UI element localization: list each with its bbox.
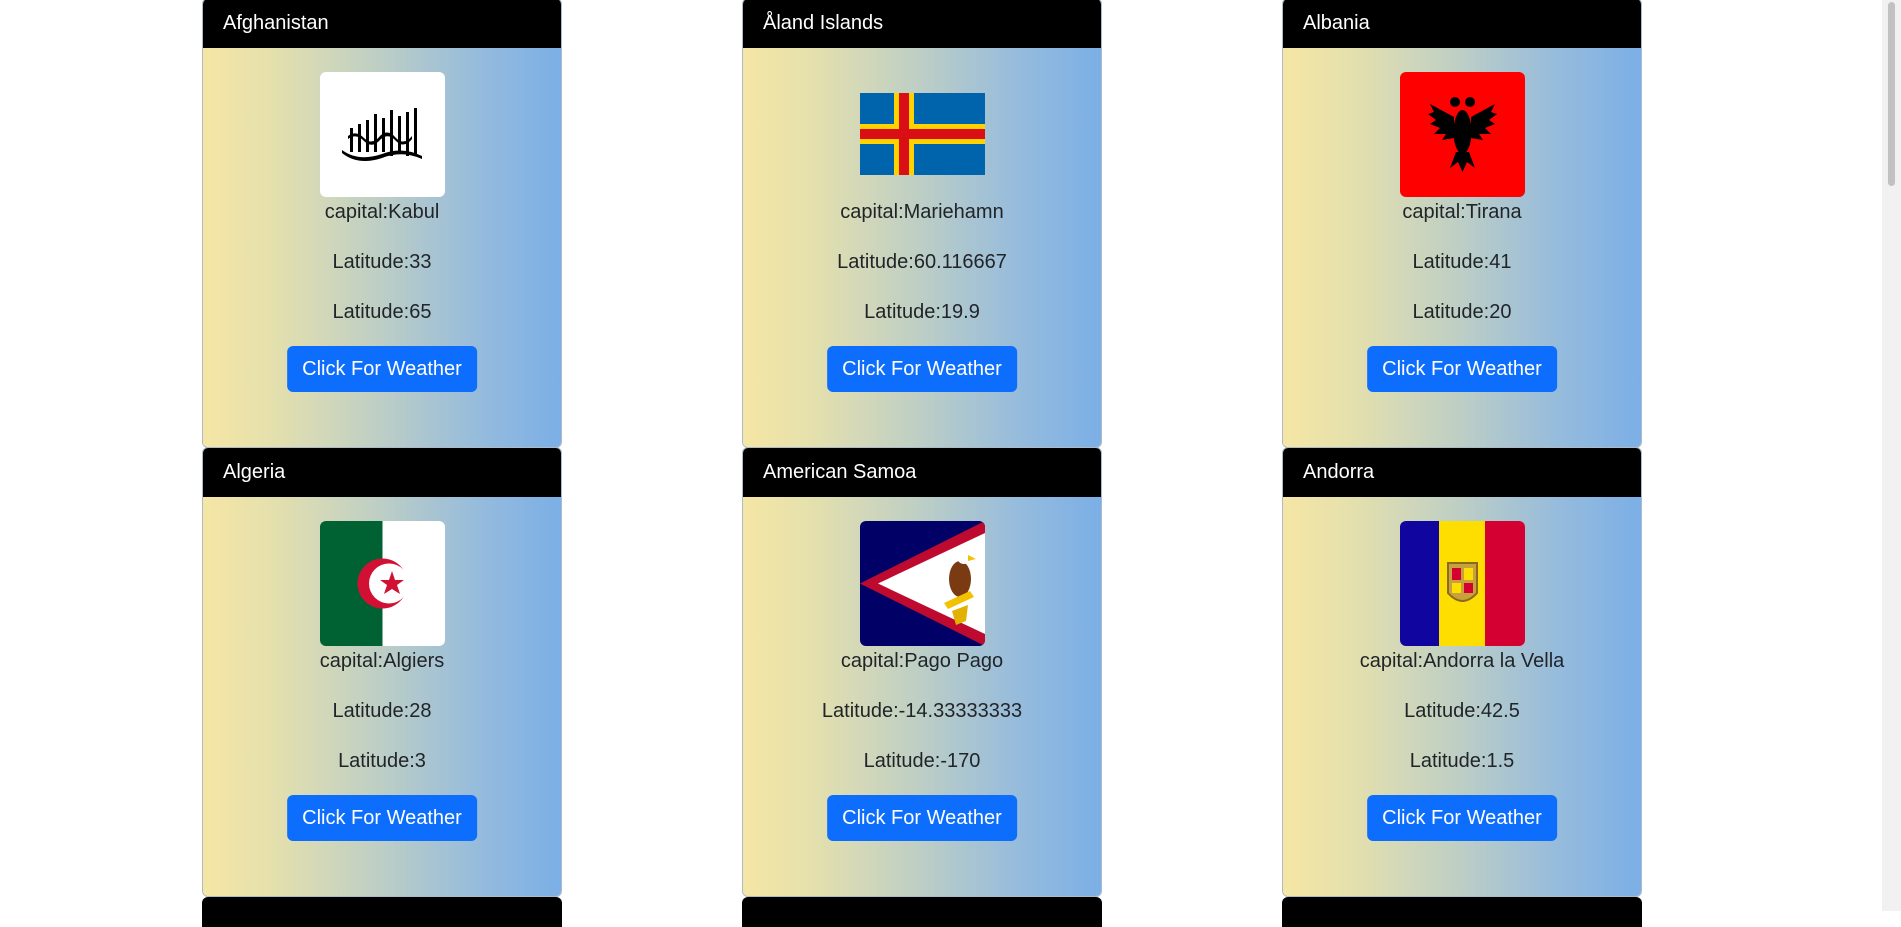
card-title: Albania — [1283, 0, 1641, 48]
longitude-text: Latitude:-170 — [863, 750, 981, 772]
andorra-flag-icon — [1399, 521, 1525, 646]
longitude-text: Latitude:20 — [1412, 301, 1512, 323]
capital-text: capital:Andorra la Vella — [1359, 650, 1565, 672]
card-body: capital:Mariehamn Latitude:60.116667 Lat… — [743, 48, 1101, 447]
capital-text: capital:Algiers — [319, 650, 445, 672]
american-samoa-flag-icon — [859, 521, 985, 646]
card-body: capital:Andorra la Vella Latitude:42.5 L… — [1283, 497, 1641, 896]
country-card-header-partial — [742, 897, 1102, 927]
card-body: capital:Pago Pago Latitude:-14.33333333 … — [743, 497, 1101, 896]
card-title: Algeria — [203, 448, 561, 497]
weather-button[interactable]: Click For Weather — [287, 795, 477, 841]
country-card: American Samoa capital:Pago Pago Latitud… — [742, 447, 1102, 897]
country-card-grid: Afghanistan capital:Kabul Latitude:33 La… — [0, 0, 1880, 927]
scrollbar-thumb[interactable] — [1888, 2, 1895, 186]
card-title: Andorra — [1283, 448, 1641, 497]
card-body: capital:Algiers Latitude:28 Latitude:3 C… — [203, 497, 561, 896]
latitude-text: Latitude:60.116667 — [837, 251, 1007, 273]
country-card-header-partial — [1282, 897, 1642, 927]
country-card: Albania capital:Tirana Latitude:41 Latit… — [1282, 0, 1642, 448]
latitude-text: Latitude:42.5 — [1404, 700, 1520, 722]
weather-button[interactable]: Click For Weather — [827, 346, 1017, 392]
capital-text: capital:Tirana — [1402, 201, 1522, 223]
weather-button[interactable]: Click For Weather — [827, 795, 1017, 841]
page-scrollbar[interactable] — [1882, 0, 1901, 911]
card-title: American Samoa — [743, 448, 1101, 497]
albania-flag-icon — [1399, 72, 1525, 197]
capital-text: capital:Mariehamn — [840, 201, 1004, 223]
longitude-text: Latitude:3 — [338, 750, 426, 772]
country-card: Andorra capital:Andorra la Vella Latitud… — [1282, 447, 1642, 897]
latitude-text: Latitude:33 — [332, 251, 432, 273]
card-title: Afghanistan — [203, 0, 561, 48]
weather-button[interactable]: Click For Weather — [1367, 795, 1557, 841]
country-card: Algeria capital:Algiers Latitude:28 Lati… — [202, 447, 562, 897]
latitude-text: Latitude:28 — [332, 700, 432, 722]
longitude-text: Latitude:65 — [332, 301, 432, 323]
capital-text: capital:Kabul — [324, 201, 440, 223]
card-body: capital:Tirana Latitude:41 Latitude:20 C… — [1283, 48, 1641, 447]
latitude-text: Latitude:-14.33333333 — [821, 700, 1023, 722]
country-card-header-partial — [202, 897, 562, 927]
weather-button[interactable]: Click For Weather — [1367, 346, 1557, 392]
longitude-text: Latitude:19.9 — [864, 301, 980, 323]
capital-text: capital:Pago Pago — [840, 650, 1004, 672]
card-title: Åland Islands — [743, 0, 1101, 48]
country-card: Afghanistan capital:Kabul Latitude:33 La… — [202, 0, 562, 448]
algeria-flag-icon — [319, 521, 445, 646]
aland-islands-flag-icon — [859, 72, 985, 197]
weather-button[interactable]: Click For Weather — [287, 346, 477, 392]
longitude-text: Latitude:1.5 — [1409, 750, 1515, 772]
card-body: capital:Kabul Latitude:33 Latitude:65 Cl… — [203, 48, 561, 447]
country-card: Åland Islands capital:Mariehamn Latitude… — [742, 0, 1102, 448]
latitude-text: Latitude:41 — [1412, 251, 1512, 273]
afghanistan-flag-icon — [319, 72, 445, 197]
